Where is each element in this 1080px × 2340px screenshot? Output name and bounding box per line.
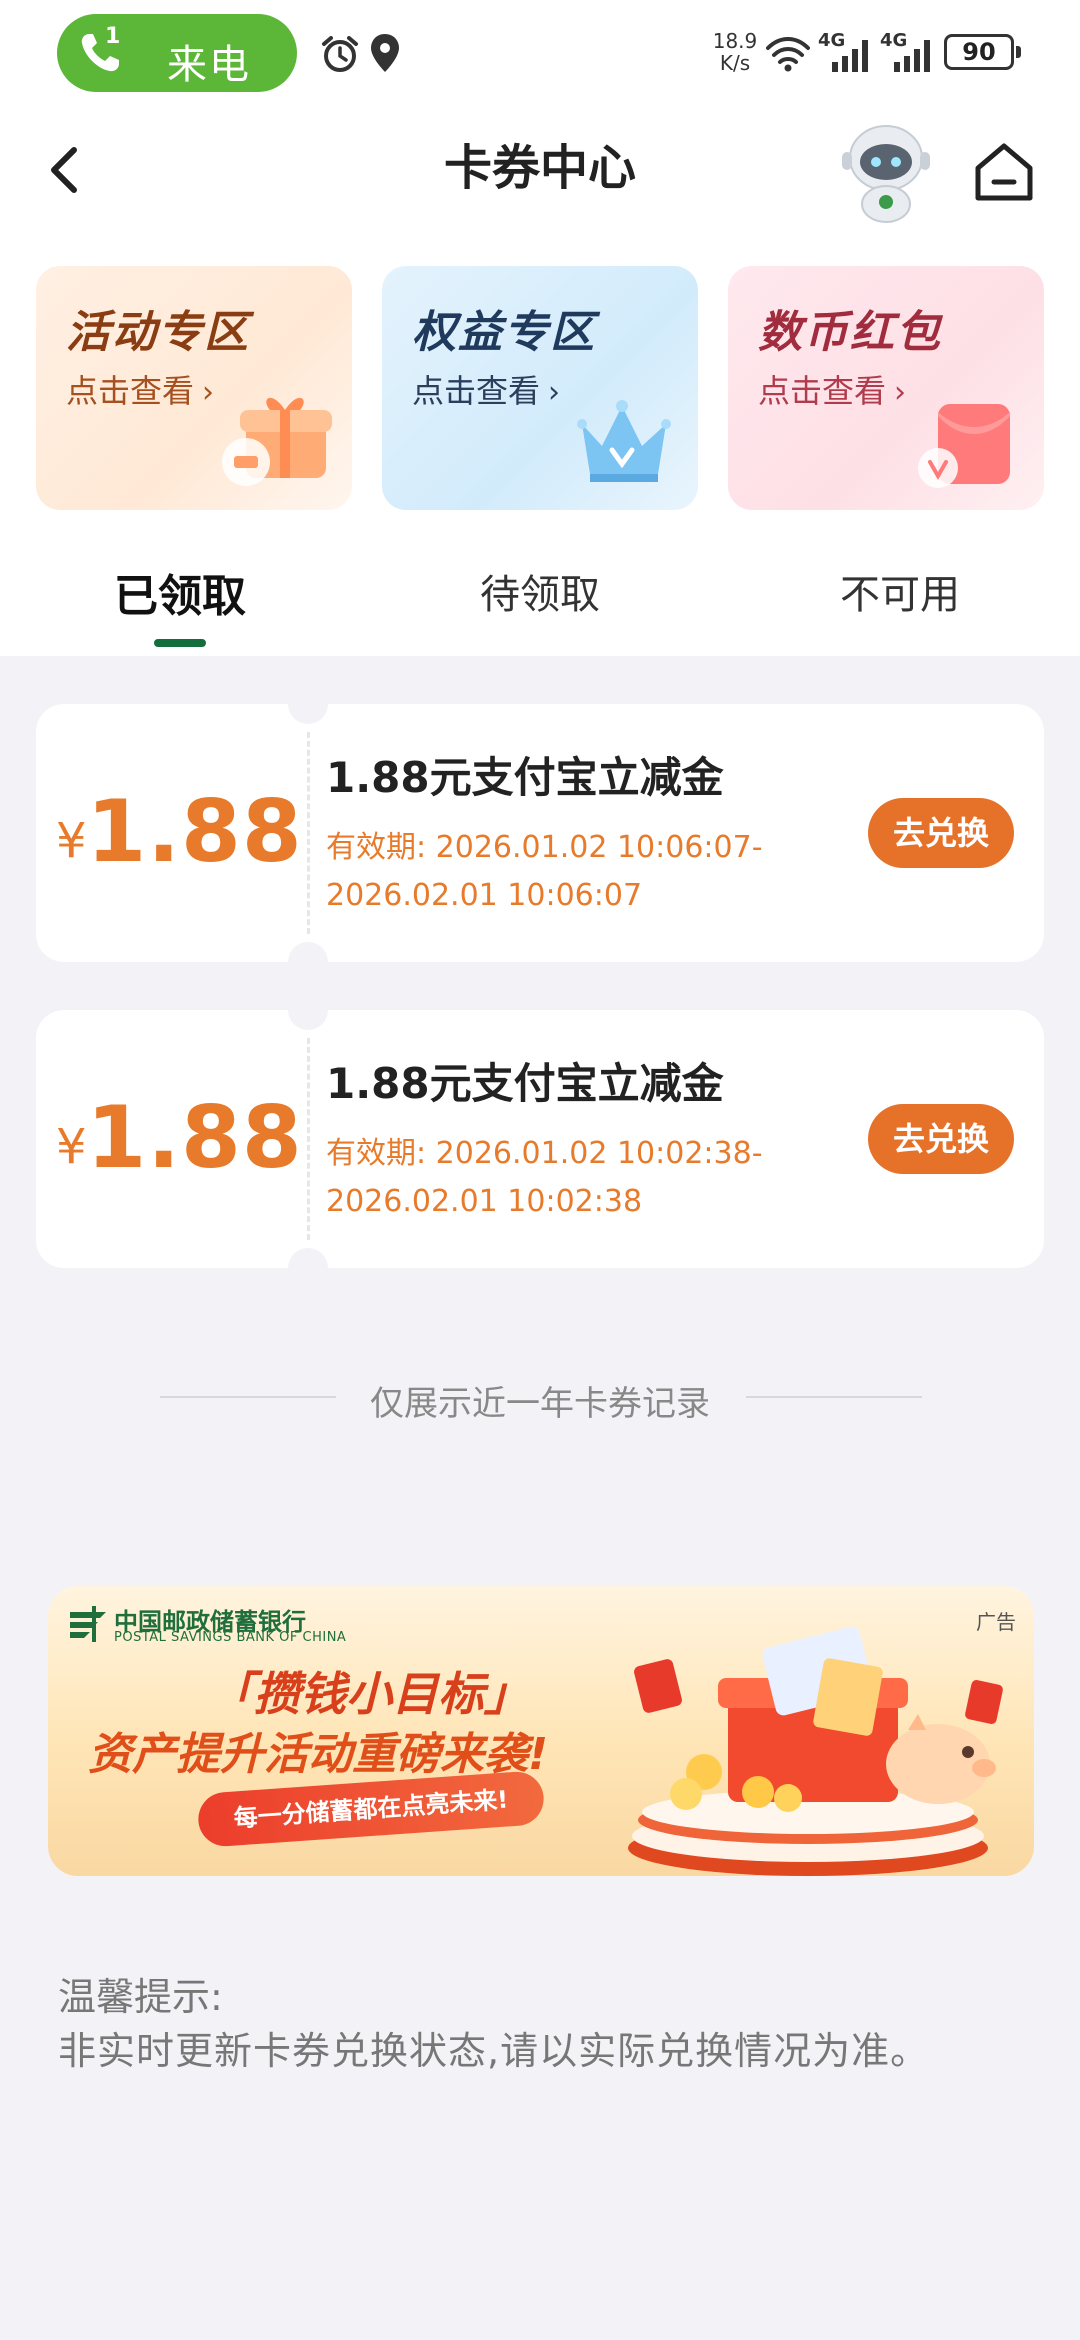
chevron-right-icon: › bbox=[894, 375, 907, 410]
coupon-notch bbox=[288, 942, 328, 982]
coupon-notch bbox=[288, 1248, 328, 1288]
promo-tile-title: 活动专区 bbox=[66, 307, 250, 358]
validity-end: 2026.02.01 10:06:07 bbox=[326, 878, 643, 913]
promo-tile-activities[interactable]: 活动专区 点击查看 › bbox=[36, 266, 352, 510]
promo-tile-link-text: 点击查看 bbox=[412, 372, 541, 410]
validity-end: 2026.02.01 10:02:38 bbox=[326, 1184, 643, 1219]
currency-symbol: ¥ bbox=[56, 1119, 87, 1175]
chevron-right-icon: › bbox=[202, 375, 215, 410]
red-envelope-icon bbox=[918, 404, 1010, 488]
tab-unavailable[interactable]: 不可用 bbox=[720, 562, 1080, 620]
net-speed-value: 18.9 bbox=[712, 29, 758, 53]
status-bar: 1 来电 18.9 K/s 4G 4G 90 bbox=[0, 0, 1080, 108]
crown-icon bbox=[577, 400, 671, 482]
treasure-chest-piggy-bank-icon bbox=[628, 1626, 1003, 1876]
cellular-signal-2-icon: 4G bbox=[880, 30, 936, 74]
bank-name-en: POSTAL SAVINGS BANK OF CHINA bbox=[114, 1630, 347, 1645]
tips-body: 非实时更新卡券兑换状态,请以实际兑换情况为准。 bbox=[58, 2029, 930, 2073]
robot-assistant-icon[interactable] bbox=[838, 118, 934, 224]
promo-tile-title: 权益专区 bbox=[412, 307, 596, 358]
ad-banner[interactable]: 中国邮政储蓄银行 POSTAL SAVINGS BANK OF CHINA 广告… bbox=[48, 1586, 1034, 1876]
tab-pending[interactable]: 待领取 bbox=[360, 562, 720, 620]
validity-start: 2026.01.02 10:02:38- bbox=[435, 1136, 763, 1171]
coupon-notch bbox=[288, 990, 328, 1030]
promo-tile-link: 点击查看 › bbox=[758, 366, 906, 412]
coupon-amount: ¥1.88 bbox=[56, 1088, 302, 1188]
net-speed-unit: K/s bbox=[719, 51, 751, 75]
coupon-divider bbox=[307, 732, 310, 934]
redeem-button[interactable]: 去兑换 bbox=[868, 798, 1014, 868]
tab-received[interactable]: 已领取 bbox=[0, 560, 360, 624]
promo-tile-digital-red-envelope[interactable]: 数币红包 点击查看 › bbox=[728, 266, 1044, 510]
alarm-icon bbox=[322, 36, 358, 72]
banner-headline: 「攒钱小目标」 bbox=[208, 1667, 530, 1721]
wifi-icon bbox=[766, 37, 810, 72]
coupon-amount-value: 1.88 bbox=[86, 1088, 303, 1188]
coupon-divider bbox=[307, 1038, 310, 1240]
validity-label: 有效期: bbox=[326, 1136, 427, 1171]
call-count: 1 bbox=[105, 24, 121, 49]
redeem-button[interactable]: 去兑换 bbox=[868, 1104, 1014, 1174]
home-icon[interactable] bbox=[970, 138, 1038, 206]
battery-level: 90 bbox=[962, 38, 996, 66]
network-speed: 18.9 K/s bbox=[710, 30, 760, 74]
promo-tile-link-text: 点击查看 bbox=[66, 372, 195, 410]
location-icon bbox=[371, 34, 399, 72]
banner-subheadline: 资产提升活动重磅来袭! bbox=[88, 1729, 549, 1780]
header-area: 1 来电 18.9 K/s 4G 4G 90 卡券中心 活动专区 点击查看 › … bbox=[0, 0, 1080, 656]
coupon-validity: 有效期: 2026.01.02 10:02:38- 2026.02.01 10:… bbox=[326, 1130, 826, 1226]
currency-symbol: ¥ bbox=[56, 813, 87, 869]
chevron-right-icon: › bbox=[548, 375, 561, 410]
validity-start: 2026.01.02 10:06:07- bbox=[435, 830, 763, 865]
call-label: 来电 bbox=[167, 42, 251, 88]
coupon-validity: 有效期: 2026.01.02 10:06:07- 2026.02.01 10:… bbox=[326, 824, 826, 920]
coupon-card[interactable]: ¥1.88 1.88元支付宝立减金 有效期: 2026.01.02 10:06:… bbox=[36, 684, 1044, 982]
gift-box-icon bbox=[222, 397, 332, 486]
coupon-title: 1.88元支付宝立减金 bbox=[326, 753, 724, 802]
validity-label: 有效期: bbox=[326, 830, 427, 865]
active-tab-indicator bbox=[154, 639, 206, 647]
coupon-card[interactable]: ¥1.88 1.88元支付宝立减金 有效期: 2026.01.02 10:02:… bbox=[36, 990, 1044, 1288]
coupon-title: 1.88元支付宝立减金 bbox=[326, 1059, 724, 1108]
coupon-amount-value: 1.88 bbox=[86, 782, 303, 882]
promo-tile-benefits[interactable]: 权益专区 点击查看 › bbox=[382, 266, 698, 510]
coupon-amount: ¥1.88 bbox=[56, 782, 302, 882]
postal-bank-logo-icon bbox=[70, 1606, 106, 1642]
cellular-signal-1-icon: 4G bbox=[818, 30, 874, 74]
promo-tile-link: 点击查看 › bbox=[66, 366, 214, 412]
signal-bars-1-icon bbox=[832, 40, 868, 72]
coupon-notch bbox=[288, 684, 328, 724]
signal-bars-2-icon bbox=[894, 40, 930, 72]
promo-tile-title: 数币红包 bbox=[758, 307, 942, 358]
promo-tile-link-text: 点击查看 bbox=[758, 372, 887, 410]
battery-indicator: 90 bbox=[944, 34, 1021, 70]
promo-tile-link: 点击查看 › bbox=[412, 366, 560, 412]
tips-title: 温馨提示: bbox=[58, 1975, 223, 2019]
incoming-call-pill[interactable]: 1 来电 bbox=[57, 14, 297, 92]
record-range-notice: 仅展示近一年卡券记录 bbox=[370, 1384, 710, 1424]
